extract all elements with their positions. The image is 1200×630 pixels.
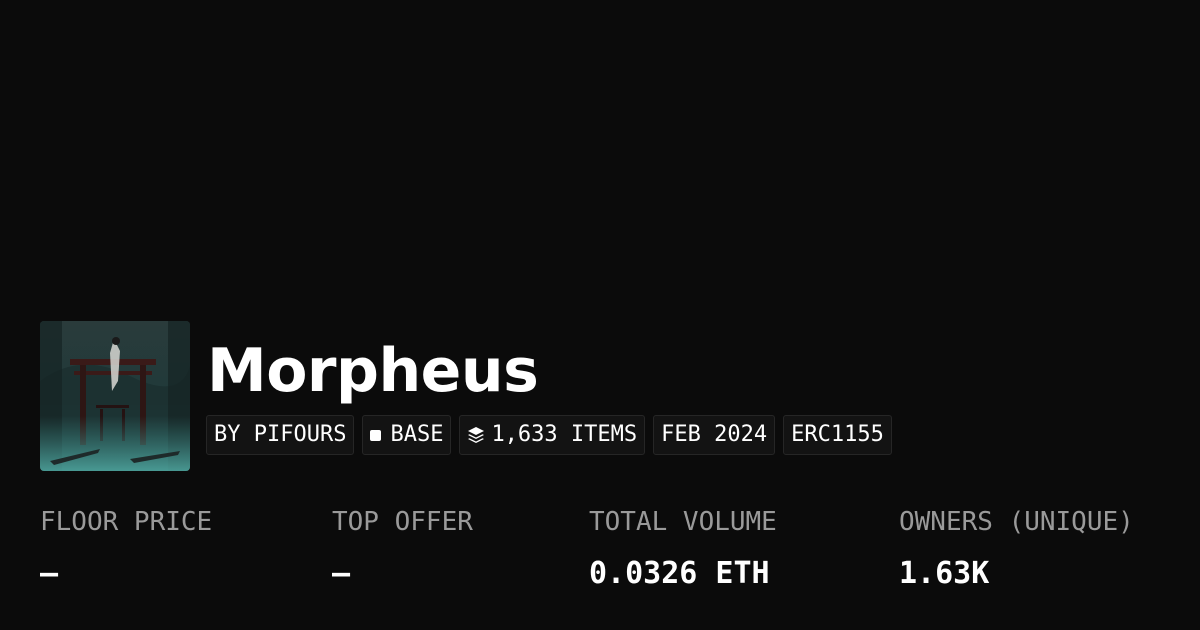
chain-label: BASE (390, 422, 444, 447)
standard-badge: ERC1155 (783, 415, 892, 455)
stat-label: FLOOR PRICE (40, 507, 213, 537)
stat-value: — (332, 556, 351, 591)
stat-top-offer: TOP OFFER — (332, 506, 473, 592)
layers-icon (467, 426, 485, 444)
stat-label: TOP OFFER (332, 507, 473, 537)
collection-title: Morpheus (207, 336, 539, 406)
standard-label: ERC1155 (791, 422, 884, 447)
creator-badge[interactable]: BY PIFOURS (206, 415, 355, 455)
stat-owners: OWNERS (UNIQUE) 1.63K (899, 506, 1134, 592)
torii-gate-artwork (40, 321, 190, 471)
stat-value: 1.63K (899, 556, 990, 591)
collection-badges: BY PIFOURS BASE 1,633 ITEMS FEB 2024 ERC… (206, 415, 892, 455)
chain-badge[interactable]: BASE (362, 415, 452, 455)
creator-label: BY PIFOURS (214, 422, 347, 447)
stat-floor-price: FLOOR PRICE — (40, 506, 212, 592)
stat-value: — (40, 556, 59, 591)
stat-value: 0.0326 ETH (589, 556, 770, 591)
stat-label: TOTAL VOLUME (589, 507, 777, 537)
items-label: 1,633 ITEMS (491, 422, 638, 447)
items-badge[interactable]: 1,633 ITEMS (459, 415, 646, 455)
collection-image (40, 321, 190, 471)
stat-label: OWNERS (UNIQUE) (899, 507, 1134, 537)
date-label: FEB 2024 (661, 422, 768, 447)
square-icon (370, 429, 382, 441)
date-badge: FEB 2024 (653, 415, 776, 455)
stat-total-volume: TOTAL VOLUME 0.0326 ETH (589, 506, 777, 592)
